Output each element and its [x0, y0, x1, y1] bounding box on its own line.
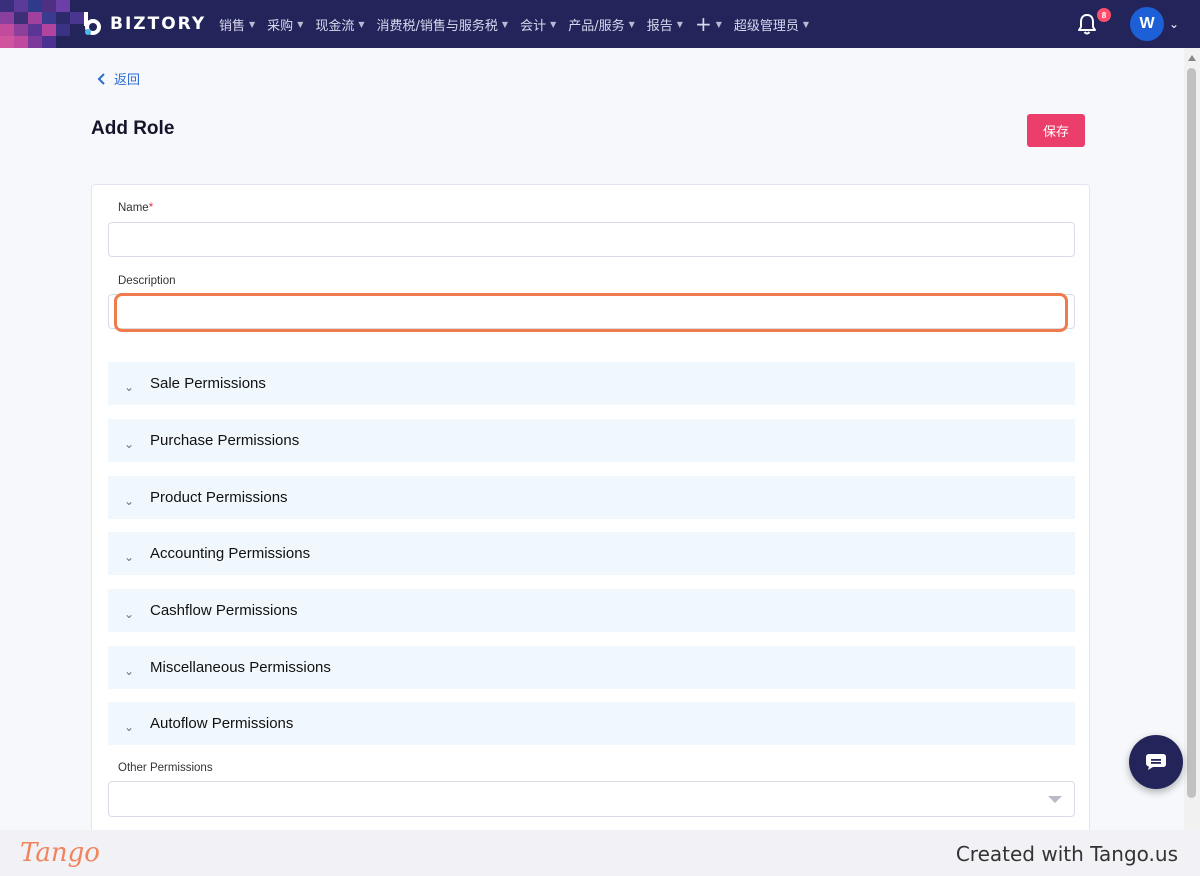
tango-logo: Tango [20, 838, 100, 868]
menu-admin[interactable]: 超级管理员 ▼ [734, 15, 809, 34]
other-permissions-select[interactable] [108, 781, 1075, 817]
accordion-label: Cashflow Permissions [150, 602, 298, 619]
name-label: Name* [118, 202, 153, 214]
caret-down-icon: ▼ [802, 19, 810, 29]
caret-down-icon: ▼ [249, 19, 256, 29]
menu-label: 报告 [646, 18, 673, 34]
caret-down-icon: ▼ [628, 19, 635, 29]
menu-accounting[interactable]: 会计 ▼ [520, 15, 556, 34]
biztory-logo-icon [84, 12, 101, 35]
accordion-label: Autoflow Permissions [150, 715, 294, 732]
other-permissions-label: Other Permissions [118, 762, 213, 774]
menu-tax[interactable]: 消费税/销售与服务税 ▼ [377, 15, 509, 34]
bell-icon[interactable] [1076, 12, 1098, 36]
menu-quick-add[interactable]: + ▼ [695, 14, 722, 34]
caret-down-icon: ▼ [715, 19, 722, 29]
caret-down-icon: ▼ [550, 19, 557, 29]
chat-button[interactable] [1129, 735, 1183, 789]
avatar[interactable]: W [1130, 7, 1164, 41]
brand-logo[interactable]: BIZTORY [82, 12, 206, 36]
page-content: 返回 Add Role 保存 Name* Description ⌄ Sale … [0, 48, 1184, 844]
caret-down-icon: ▼ [358, 19, 365, 29]
required-mark: * [148, 202, 154, 214]
dropdown-arrow-icon [1048, 796, 1062, 803]
chevron-down-icon: ⌄ [123, 719, 135, 734]
chevron-down-icon: ⌄ [123, 663, 135, 678]
accordion-label: Purchase Permissions [150, 432, 300, 449]
scrollbar[interactable] [1184, 48, 1200, 830]
main-menu: 销售 ▼ 采购 ▼ 现金流 ▼ 消费税/销售与服务税 ▼ 会计 ▼ 产品/服务 ▼ 报告 ▼ … [219, 0, 809, 48]
chevron-down-icon: ⌄ [123, 493, 135, 508]
chevron-left-icon [97, 72, 105, 85]
product-permissions-accordion[interactable]: ⌄ Product Permissions [108, 476, 1075, 519]
chevron-down-icon: ⌄ [123, 606, 135, 621]
chat-icon [1146, 754, 1166, 770]
menu-label: 消费税/销售与服务税 [376, 18, 498, 34]
tango-footer: Tango Created with Tango.us [0, 830, 1200, 876]
sale-permissions-accordion[interactable]: ⌄ Sale Permissions [108, 362, 1075, 405]
menu-label: 销售 [219, 18, 246, 34]
menu-label: 产品/服务 [568, 18, 625, 34]
autoflow-permissions-accordion[interactable]: ⌄ Autoflow Permissions [108, 702, 1075, 745]
caret-down-icon: ▼ [501, 19, 509, 29]
menu-label: 超级管理员 [733, 18, 799, 34]
menu-label: 会计 [520, 18, 547, 34]
tango-credit: Created with Tango.us [955, 842, 1178, 866]
miscellaneous-permissions-accordion[interactable]: ⌄ Miscellaneous Permissions [108, 646, 1075, 689]
menu-purchase[interactable]: 采购 ▼ [267, 15, 303, 34]
chevron-down-icon[interactable]: ⌄ [1169, 17, 1179, 31]
accordion-label: Accounting Permissions [150, 545, 311, 562]
caret-down-icon: ▼ [297, 19, 304, 29]
accounting-permissions-accordion[interactable]: ⌄ Accounting Permissions [108, 532, 1075, 575]
scroll-up-arrow-icon[interactable] [1188, 55, 1196, 61]
menu-label: 采购 [267, 18, 294, 34]
name-input[interactable] [108, 222, 1075, 257]
page-title: Add Role [91, 118, 175, 139]
back-label: 返回 [114, 72, 141, 87]
back-link[interactable]: 返回 [97, 69, 140, 88]
name-label-text: Name [118, 202, 149, 214]
plus-icon: + [694, 12, 712, 36]
chevron-down-icon: ⌄ [123, 436, 135, 451]
menu-sales[interactable]: 销售 ▼ [219, 15, 255, 34]
accordion-label: Sale Permissions [150, 375, 266, 392]
chevron-down-icon: ⌄ [123, 379, 135, 394]
brand-name: BIZTORY [110, 14, 207, 34]
role-form-card: Name* Description ⌄ Sale Permissions ⌄ P… [91, 184, 1090, 844]
menu-products[interactable]: 产品/服务 ▼ [568, 15, 635, 34]
save-button[interactable]: 保存 [1027, 114, 1085, 147]
accordion-label: Miscellaneous Permissions [150, 659, 331, 676]
scrollbar-thumb[interactable] [1187, 68, 1196, 798]
description-label: Description [118, 275, 176, 287]
menu-reports[interactable]: 报告 ▼ [647, 15, 683, 34]
notification-badge: 8 [1097, 8, 1111, 22]
accordion-label: Product Permissions [150, 489, 288, 506]
cashflow-permissions-accordion[interactable]: ⌄ Cashflow Permissions [108, 589, 1075, 632]
purchase-permissions-accordion[interactable]: ⌄ Purchase Permissions [108, 419, 1075, 462]
description-input[interactable] [108, 294, 1075, 329]
top-navbar: BIZTORY 销售 ▼ 采购 ▼ 现金流 ▼ 消费税/销售与服务税 ▼ 会计 ▼ 产品/… [0, 0, 1200, 48]
caret-down-icon: ▼ [676, 19, 683, 29]
chevron-down-icon: ⌄ [123, 549, 135, 564]
menu-label: 现金流 [315, 18, 355, 34]
menu-cashflow[interactable]: 现金流 ▼ [315, 15, 364, 34]
